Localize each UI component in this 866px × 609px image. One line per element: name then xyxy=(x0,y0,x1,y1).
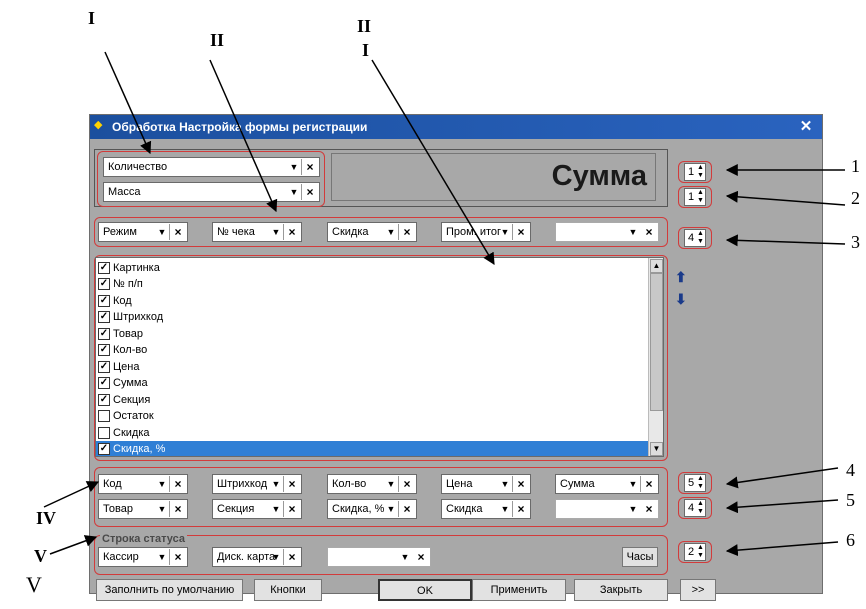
arrow-4 xyxy=(725,467,839,489)
arrow-IV xyxy=(43,481,100,508)
arrow-II xyxy=(209,59,278,213)
arrow-III xyxy=(371,59,495,266)
arrow-V xyxy=(49,535,98,555)
arrow-6 xyxy=(725,541,839,557)
arrow-3 xyxy=(725,234,846,247)
arrow-5 xyxy=(725,499,839,514)
annotation-arrows xyxy=(43,51,846,557)
arrow-2 xyxy=(725,190,846,206)
arrow-I xyxy=(104,51,152,155)
